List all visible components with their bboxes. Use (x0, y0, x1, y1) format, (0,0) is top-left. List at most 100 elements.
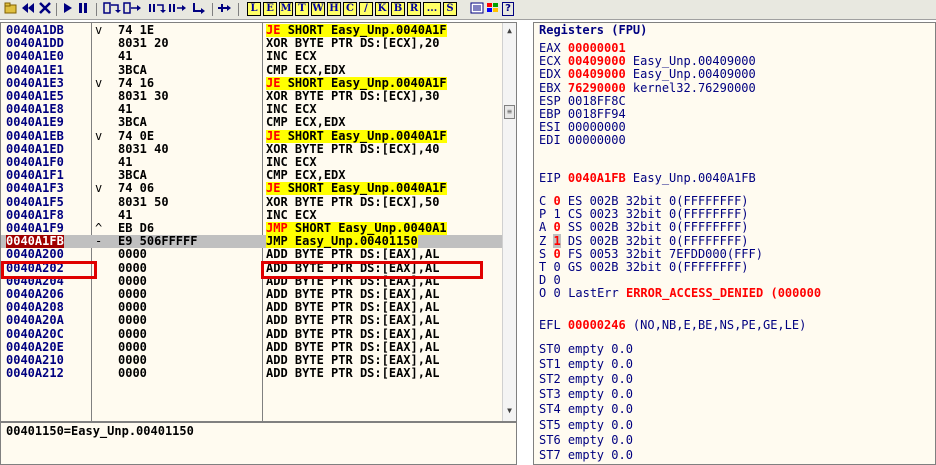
fpu-value[interactable]: empty 0.0 (568, 402, 633, 416)
row-mnemonic: ADD (266, 353, 288, 367)
register-value[interactable]: 00409000 (568, 67, 626, 81)
row-mnemonic: CMP (266, 168, 288, 183)
run-icon[interactable] (62, 2, 74, 16)
references-button[interactable]: R (407, 2, 421, 16)
fpu-value[interactable]: empty 0.0 (568, 387, 633, 401)
log-window-button[interactable]: L (247, 2, 261, 16)
go-to-icon[interactable] (217, 2, 233, 16)
disasm-row[interactable]: 0040A1ED 8031 40 XOR BYTE PTR DS:[ECX],40 (1, 142, 504, 156)
help-icon[interactable]: ? (502, 2, 514, 16)
close-icon[interactable] (38, 2, 52, 16)
open-icon[interactable] (4, 2, 17, 16)
register-value[interactable]: 0018FF94 (568, 107, 626, 121)
disasm-row[interactable]: 0040A1E8 41 INC ECX (1, 103, 504, 116)
threads-button[interactable]: T (295, 2, 309, 16)
disasm-row[interactable]: 0040A1F8 41 INC ECX (1, 208, 504, 222)
efl-label: EFL (539, 318, 568, 332)
flag-value[interactable]: 1 (553, 233, 561, 248)
register-value[interactable]: 0040A1FB (568, 171, 626, 185)
disasm-row[interactable]: 0040A212 0000 ADD BYTE PTR DS:[EAX],AL (1, 367, 504, 380)
disasm-row[interactable]: 0040A20A 0000 ADD BYTE PTR DS:[EAX],AL (1, 314, 504, 327)
disasm-row[interactable]: 0040A1FB - E9 506FFFFF JMP Easy_Unp.0040115… (1, 235, 504, 249)
flag-value[interactable]: 0 (553, 286, 560, 300)
flag-value[interactable]: 0 (553, 273, 560, 287)
flag-row: P 1 CS 0023 32bit 0(FFFFFFFF) (539, 208, 749, 221)
row-operand: SHORT Easy_Unp.0040A1F (287, 128, 447, 143)
flag-value[interactable]: 0 (553, 220, 560, 234)
disasm-row[interactable]: 0040A1E1 3BCA CMP ECX,EDX (1, 63, 504, 77)
disasm-row[interactable]: 0040A1E3 v 74 16 JE SHORT Easy_Unp.0040A1F (1, 76, 504, 90)
fpu-name: ST7 (539, 447, 568, 462)
pause-icon[interactable] (76, 2, 90, 16)
disasm-row[interactable]: 0040A1E9 3BCA CMP ECX,EDX (1, 116, 504, 129)
rewind-icon[interactable] (20, 2, 36, 16)
list-icon[interactable] (470, 2, 484, 16)
run-trace-button[interactable]: ... (423, 2, 441, 16)
disasm-row[interactable]: 0040A1E5 8031 30 XOR BYTE PTR DS:[ECX],30 (1, 90, 504, 103)
register-value[interactable]: 00409000 (568, 54, 626, 68)
disasm-row[interactable]: 0040A1F3 v 74 06 JE SHORT Easy_Unp.0040A1F (1, 182, 504, 196)
fpu-value[interactable]: empty 0.0 (568, 448, 633, 462)
disasm-row[interactable]: 0040A20E 0000 ADD BYTE PTR DS:[EAX],AL (1, 340, 504, 354)
step-over-icon[interactable] (123, 2, 141, 16)
efl-value[interactable]: 00000246 (568, 318, 626, 332)
row-instruction: JE SHORT Easy_Unp.0040A1F (266, 76, 447, 90)
disasm-row[interactable]: 0040A1F5 8031 50 XOR BYTE PTR DS:[ECX],50 (1, 195, 504, 209)
fpu-value[interactable]: empty 0.0 (568, 342, 633, 356)
row-instruction: INC ECX (266, 156, 317, 169)
scroll-thumb[interactable]: ≡ (504, 105, 515, 119)
flag-row: O 0 (539, 287, 561, 300)
executable-modules-button[interactable]: E (263, 2, 277, 16)
disassembly-scrollbar[interactable]: ▲ ≡ ▼ (502, 23, 516, 421)
fpu-value[interactable]: empty 0.0 (568, 372, 633, 386)
flag-row: S 0 FS 0053 32bit 7EFDD000(FFF) (539, 247, 763, 261)
disasm-row[interactable]: 0040A1E0 41 INC ECX (1, 50, 504, 63)
register-value[interactable]: 76290000 (568, 81, 626, 95)
disasm-row[interactable]: 0040A1F1 3BCA CMP ECX,EDX (1, 169, 504, 182)
row-instruction: ADD BYTE PTR DS:[EAX],AL (266, 340, 439, 354)
disasm-row[interactable]: 0040A1EB v 74 0E JE SHORT Easy_Unp.0040A1F (1, 128, 504, 143)
breakpoints-button[interactable]: B (391, 2, 405, 16)
cpu-button[interactable]: C (343, 2, 357, 16)
execute-till-return-icon[interactable] (191, 2, 207, 16)
call-stack-button[interactable]: K (375, 2, 389, 16)
register-value[interactable]: 0018FF8C (568, 94, 626, 108)
trace-over-icon[interactable] (168, 2, 186, 16)
trace-into-icon[interactable] (148, 2, 166, 16)
flag-name: C (539, 194, 554, 208)
row-operand: SHORT Easy_Unp.0040A1 (294, 221, 447, 235)
flag-value[interactable]: 1 (553, 207, 560, 221)
register-value[interactable]: 00000000 (568, 133, 626, 147)
scroll-up-icon[interactable]: ▲ (504, 25, 515, 36)
memory-map-button[interactable]: M (279, 2, 293, 16)
disasm-row[interactable]: 0040A200 0000 ADD BYTE PTR DS:[EAX],AL (1, 248, 504, 261)
disasm-row[interactable]: 0040A208 0000 ADD BYTE PTR DS:[EAX],AL (1, 301, 504, 314)
step-into-icon[interactable] (103, 2, 121, 16)
register-symbol: kernel32.76290000 (625, 80, 756, 95)
disasm-row[interactable]: 0040A20C 0000 ADD BYTE PTR DS:[EAX],AL (1, 327, 504, 341)
flag-name: O (539, 286, 554, 301)
register-value[interactable]: 00000000 (568, 120, 626, 134)
disasm-row[interactable]: 0040A1F9 ^ EB D6 JMP SHORT Easy_Unp.0040A1 (1, 222, 504, 235)
handles-button[interactable]: H (327, 2, 341, 16)
flag-value[interactable]: 0 (553, 194, 560, 208)
fpu-value[interactable]: empty 0.0 (568, 418, 633, 432)
flag-name: T (539, 260, 554, 274)
patches-button[interactable]: / (359, 2, 373, 16)
flag-value[interactable]: 0 (553, 260, 560, 274)
windows-button[interactable]: W (311, 2, 325, 16)
source-button[interactable]: S (443, 2, 457, 16)
scroll-down-icon[interactable]: ▼ (504, 405, 515, 416)
row-address: 0040A1F9 (6, 221, 64, 235)
disasm-row[interactable]: 0040A1DD 8031 20 XOR BYTE PTR DS:[ECX],20 (1, 37, 504, 50)
fpu-value[interactable]: empty 0.0 (568, 433, 633, 447)
flag-value[interactable]: 0 (553, 247, 560, 261)
disassembly-pane[interactable]: 0040A1DB v 74 1E JE SHORT Easy_Unp.0040A1F 0… (0, 22, 517, 422)
registers-pane[interactable]: Registers (FPU) EAX 00000001 ECX 00409000 … (533, 22, 936, 465)
windows-icon[interactable] (486, 2, 500, 16)
disasm-row[interactable]: 0040A1F0 41 INC ECX (1, 156, 504, 169)
row-address: 0040A1E5 (6, 89, 64, 103)
register-value[interactable]: 00000001 (568, 41, 626, 55)
fpu-value[interactable]: empty 0.0 (568, 357, 633, 371)
current-instruction-highlight (261, 261, 483, 279)
